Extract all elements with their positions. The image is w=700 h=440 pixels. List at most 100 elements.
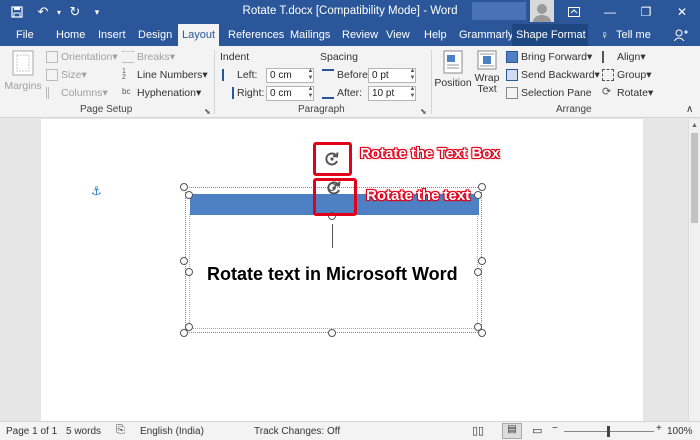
- status-bar: Page 1 of 1 5 words ⎘ English (India) Tr…: [0, 421, 700, 440]
- tab-home[interactable]: Home: [52, 24, 89, 46]
- size-icon: [46, 69, 58, 81]
- lightbulb-icon[interactable]: ♀: [596, 24, 613, 46]
- maximize-button[interactable]: ❐: [628, 0, 664, 24]
- spacing-after-label: After:: [322, 87, 362, 99]
- tab-references[interactable]: References: [224, 24, 288, 46]
- avatar[interactable]: [530, 0, 554, 22]
- scrollbar-thumb[interactable]: [691, 133, 698, 223]
- scroll-up-icon[interactable]: ▲: [691, 122, 698, 129]
- rotation-connector: [332, 224, 333, 248]
- resize-handle[interactable]: [185, 191, 193, 199]
- language-status[interactable]: English (India): [140, 426, 204, 437]
- account-name[interactable]: [472, 2, 526, 20]
- resize-handle[interactable]: [328, 329, 336, 337]
- zoom-slider-thumb[interactable]: [607, 426, 610, 437]
- word-count[interactable]: 5 words: [66, 426, 101, 437]
- tab-file[interactable]: File: [12, 24, 38, 46]
- rotate-text-handle-icon[interactable]: [326, 180, 342, 196]
- minimize-button[interactable]: —: [592, 0, 628, 24]
- group-icon: [602, 69, 614, 81]
- resize-handle[interactable]: [474, 268, 482, 276]
- tab-design[interactable]: Design: [134, 24, 176, 46]
- selection-pane-icon: [506, 87, 518, 99]
- resize-handle[interactable]: [474, 323, 482, 331]
- share-icon[interactable]: [670, 24, 692, 46]
- callout-rotate-textbox: Rotate the Text Box: [360, 145, 500, 162]
- vertical-scrollbar[interactable]: ▲: [688, 119, 700, 421]
- document-body-text[interactable]: Rotate text in Microsoft Word: [207, 264, 458, 285]
- spacing-before-label: Before:: [322, 69, 371, 81]
- zoom-level[interactable]: 100%: [667, 426, 693, 437]
- orientation-icon: [46, 51, 58, 63]
- arrange-group-label: Arrange: [556, 104, 592, 115]
- collapse-ribbon-icon[interactable]: ∧: [686, 104, 693, 115]
- title-bar: ↶ ▾ ↻ ▾ Rotate T.docx [Compatibility Mod…: [0, 0, 700, 24]
- resize-handle[interactable]: [180, 257, 188, 265]
- tab-review[interactable]: Review: [338, 24, 382, 46]
- breaks-button[interactable]: Breaks ▾: [122, 51, 175, 63]
- ribbon-display-icon[interactable]: [556, 0, 592, 24]
- tab-layout[interactable]: Layout: [178, 24, 220, 46]
- spacing-before-icon: [322, 69, 334, 81]
- tab-view[interactable]: View: [382, 24, 414, 46]
- spacing-label: Spacing: [320, 51, 358, 63]
- tab-mailings[interactable]: Mailings: [286, 24, 334, 46]
- proofing-icon[interactable]: ⎘: [116, 424, 125, 437]
- indent-right-label: Right:: [222, 87, 264, 99]
- resize-handle[interactable]: [185, 268, 193, 276]
- indent-right-spinner[interactable]: ▲ ▼: [306, 86, 315, 101]
- resize-handle[interactable]: [180, 183, 188, 191]
- send-backward-icon: [506, 69, 518, 81]
- page-setup-group-label: Page Setup: [80, 104, 133, 115]
- wrap-text-button[interactable]: Wrap Text: [474, 50, 500, 95]
- rotate-button[interactable]: ⟳ Rotate ▾: [602, 86, 653, 100]
- line-numbers-button[interactable]: 1 2 Line Numbers ▾: [122, 68, 208, 81]
- divider: [431, 50, 432, 114]
- paragraph-launcher-icon[interactable]: ⬊: [420, 107, 427, 116]
- orientation-button[interactable]: Orientation ▾: [46, 51, 118, 63]
- tab-help[interactable]: Help: [420, 24, 451, 46]
- bring-forward-icon: [506, 51, 518, 63]
- tell-me-search[interactable]: Tell me: [612, 24, 655, 46]
- ribbon-tabs: File Home Insert Design Layout Reference…: [0, 24, 700, 46]
- print-layout-icon[interactable]: ▤: [502, 423, 522, 439]
- tab-shape-format[interactable]: Shape Format: [512, 24, 588, 46]
- zoom-in-button[interactable]: +: [656, 423, 662, 434]
- position-button[interactable]: Position: [434, 50, 472, 89]
- divider: [214, 50, 215, 114]
- rotate-icon: ⟳: [602, 86, 612, 98]
- tab-insert[interactable]: Insert: [94, 24, 130, 46]
- align-icon: [602, 51, 614, 63]
- spacing-after-spinner[interactable]: ▲ ▼: [408, 86, 417, 101]
- bring-forward-button[interactable]: Bring Forward ▾: [506, 51, 592, 63]
- page-count[interactable]: Page 1 of 1: [6, 426, 57, 437]
- resize-handle[interactable]: [478, 257, 486, 265]
- zoom-out-button[interactable]: −: [552, 423, 558, 434]
- hyphenation-button[interactable]: bc Hyphenation ▾: [122, 87, 201, 99]
- callout-rotate-text: Rotate the text: [366, 187, 471, 204]
- indent-label: Indent: [220, 51, 250, 63]
- tab-grammarly[interactable]: Grammarly: [455, 24, 517, 46]
- margins-button[interactable]: Margins: [4, 50, 42, 98]
- columns-icon: [46, 87, 58, 99]
- spacing-before-spinner[interactable]: ▲ ▼: [408, 68, 417, 83]
- resize-handle[interactable]: [185, 323, 193, 331]
- group-button[interactable]: Group ▾: [602, 69, 651, 81]
- read-mode-icon[interactable]: ▯▯: [472, 424, 484, 437]
- page-setup-launcher-icon[interactable]: ⬊: [204, 107, 211, 116]
- align-button[interactable]: Align ▾: [602, 51, 646, 63]
- columns-button[interactable]: Columns ▾: [46, 87, 108, 99]
- breaks-icon: [122, 51, 134, 63]
- close-button[interactable]: ✕: [664, 0, 700, 24]
- selection-pane-button[interactable]: Selection Pane: [506, 87, 592, 99]
- indent-left-icon: [222, 69, 234, 81]
- send-backward-button[interactable]: Send Backward ▾: [506, 69, 600, 81]
- margins-icon: [12, 50, 34, 76]
- rotate-textbox-handle-icon[interactable]: [324, 151, 340, 167]
- track-changes-status[interactable]: Track Changes: Off: [254, 426, 340, 437]
- size-button[interactable]: Size ▾: [46, 69, 87, 81]
- web-layout-icon[interactable]: ▭: [532, 424, 542, 437]
- resize-handle[interactable]: [478, 183, 486, 191]
- indent-left-spinner[interactable]: ▲ ▼: [306, 68, 315, 83]
- resize-handle[interactable]: [474, 191, 482, 199]
